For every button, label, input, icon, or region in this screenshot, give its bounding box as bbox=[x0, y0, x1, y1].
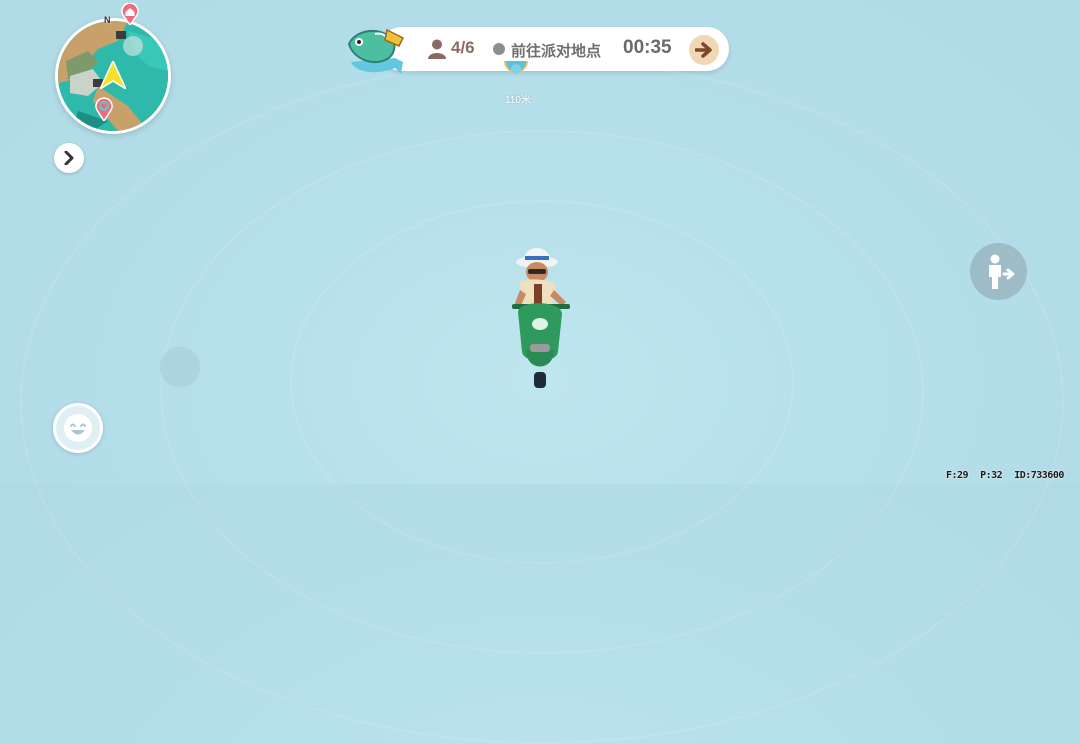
waypoint-marker-icon bbox=[504, 61, 528, 74]
person-exit-icon bbox=[988, 254, 1014, 289]
countdown-timer: 00:35 bbox=[623, 37, 672, 58]
ground-ripple bbox=[20, 60, 1064, 744]
waypoint-distance: 110米 bbox=[505, 95, 531, 106]
debug-stats: F:29 P:32 ID:733600 bbox=[946, 470, 1064, 481]
compass-north-label: N bbox=[104, 15, 111, 25]
objective-status-text: 前往派对地点 bbox=[511, 43, 602, 60]
home-icon bbox=[121, 3, 139, 25]
player-count-icon bbox=[428, 39, 446, 59]
chevron-right-icon bbox=[64, 151, 74, 165]
expand-panel-button[interactable] bbox=[54, 143, 84, 173]
fps-readout: F:29 bbox=[946, 470, 969, 481]
player-count: 4/6 bbox=[451, 38, 475, 57]
player-arrow-icon bbox=[100, 61, 126, 89]
fish-badge-icon bbox=[347, 28, 405, 74]
virtual-joystick[interactable] bbox=[159, 346, 201, 388]
status-dot bbox=[493, 43, 505, 55]
player-character bbox=[512, 248, 570, 388]
go-to-party-button[interactable] bbox=[689, 35, 719, 65]
smiley-face-icon bbox=[64, 414, 92, 442]
ping-readout: P:32 bbox=[980, 470, 1003, 481]
emote-button[interactable] bbox=[53, 403, 103, 453]
dismount-button[interactable] bbox=[970, 243, 1027, 300]
arrow-right-icon bbox=[695, 42, 712, 58]
destination-heart-icon bbox=[95, 97, 113, 121]
session-id: ID:733600 bbox=[1014, 470, 1064, 481]
